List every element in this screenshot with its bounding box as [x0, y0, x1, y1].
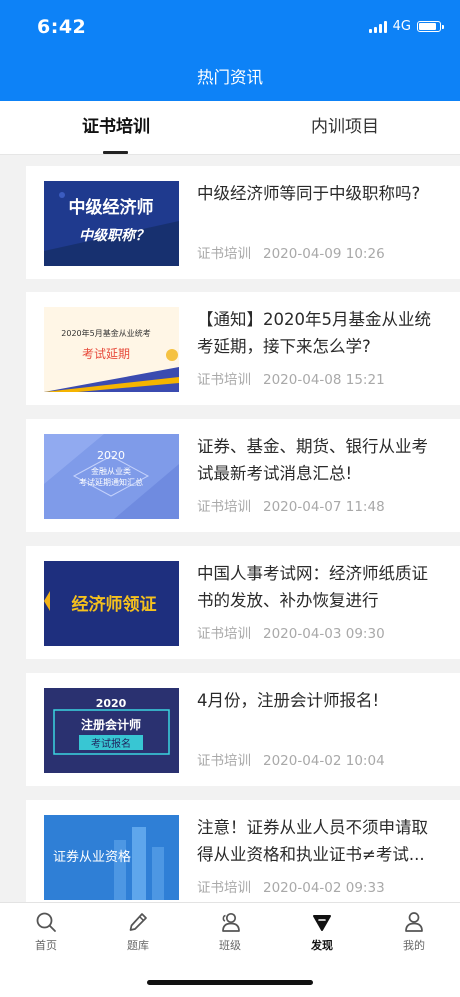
- header-bar: 6:42 4G 热门资讯: [0, 0, 460, 101]
- article-category: 证书培训: [197, 753, 251, 769]
- discover-icon: [313, 915, 331, 931]
- article-thumbnail: 证券从业资格: [44, 815, 179, 900]
- thumb-text: 2020: [96, 697, 127, 710]
- network-label: 4G: [392, 19, 411, 34]
- article-meta: 证书培训 2020-04-07 11:48: [197, 495, 385, 515]
- bottom-nav-label: 题库: [127, 939, 149, 952]
- article-title: 注意！证券从业人员不须申请取 得从业资格和执业证书≠考试...: [197, 818, 428, 864]
- thumb-text: 证券从业资格: [53, 849, 131, 865]
- article-thumbnail: 中级经济师 中级职称？: [44, 181, 179, 266]
- article-meta: 证书培训 2020-04-09 10:26: [197, 242, 385, 262]
- tab-bar: 证书培训 内训项目: [0, 101, 460, 155]
- status-time: 6:42: [37, 16, 87, 38]
- article-date: 2020-04-02 09:33: [263, 880, 385, 896]
- article-category: 证书培训: [197, 880, 251, 896]
- article-title: 中国人事考试网：经济师纸质证 书的发放、补办恢复进行: [197, 564, 428, 610]
- bottom-nav-label: 首页: [35, 939, 57, 952]
- status-indicators: 4G: [368, 19, 444, 34]
- bottom-nav-discover[interactable]: 发现: [276, 911, 368, 953]
- article-date: 2020-04-03 09:30: [263, 626, 385, 642]
- bottom-nav-home[interactable]: 首页: [0, 911, 92, 953]
- article-card[interactable]: 2020 金融从业类 考试延期通知汇总 证券、基金、期货、银行从业考 试最新考试…: [26, 419, 460, 532]
- article-title: 4月份，注册会计师报名!: [197, 691, 380, 710]
- article-card[interactable]: 2020 注册会计师 考试报名 4月份，注册会计师报名! 证书培训 2020-04…: [26, 673, 460, 786]
- article-thumbnail: 2020年5月基金从业统考 考试延期: [44, 307, 179, 392]
- search-icon: [36, 912, 56, 932]
- thumb-text: 经济师领证: [72, 594, 157, 615]
- bottom-nav-label: 发现: [311, 939, 333, 952]
- tab-certificate-training[interactable]: 证书培训: [36, 101, 196, 154]
- article-category: 证书培训: [197, 372, 251, 388]
- article-category: 证书培训: [197, 626, 251, 642]
- article-title: 中级经济师等同于中级职称吗?: [197, 184, 421, 203]
- thumb-text: 中级经济师: [69, 197, 154, 218]
- article-title: 【通知】2020年5月基金从业统 考延期，接下来怎么学?: [197, 310, 431, 356]
- article-meta: 证书培训 2020-04-03 09:30: [197, 622, 385, 642]
- thumb-text: 2020年5月基金从业统考: [61, 328, 150, 338]
- article-card[interactable]: 中级经济师 中级职称？ 中级经济师等同于中级职称吗? 证书培训 2020-04-0…: [26, 166, 460, 279]
- thumb-text: 2020: [97, 449, 125, 462]
- article-card[interactable]: 经济师领证 中国人事考试网：经济师纸质证 书的发放、补办恢复进行 证书培训 202…: [26, 546, 460, 659]
- article-category: 证书培训: [197, 499, 251, 515]
- status-bar: 6:42 4G: [0, 0, 460, 56]
- article-meta: 证书培训 2020-04-02 10:04: [197, 749, 385, 769]
- article-date: 2020-04-09 10:26: [263, 246, 385, 262]
- pencil-icon: [129, 913, 147, 931]
- article-title: 证券、基金、期货、银行从业考 试最新考试消息汇总!: [197, 437, 428, 483]
- article-thumbnail: 2020 金融从业类 考试延期通知汇总: [44, 434, 179, 519]
- bottom-nav-profile[interactable]: 我的: [368, 911, 460, 953]
- profile-icon: [405, 912, 423, 932]
- article-list[interactable]: 中级经济师 中级职称？ 中级经济师等同于中级职称吗? 证书培训 2020-04-0…: [0, 154, 460, 902]
- thumb-text: 考试延期通知汇总: [79, 477, 143, 487]
- article-thumbnail: 经济师领证: [44, 561, 179, 646]
- bottom-nav-label: 我的: [403, 939, 425, 952]
- battery-icon: [417, 21, 444, 32]
- thumb-text: 考试延期: [82, 346, 130, 361]
- thumb-text: 考试报名: [91, 737, 131, 750]
- article-card[interactable]: 证券从业资格 注意！证券从业人员不须申请取 得从业资格和执业证书≠考试... 证…: [26, 800, 460, 902]
- bottom-nav-label: 班级: [219, 939, 241, 952]
- bottom-nav-question-bank[interactable]: 题库: [92, 911, 184, 953]
- page-title: 热门资讯: [197, 68, 263, 87]
- bottom-nav-class[interactable]: 班级: [184, 911, 276, 953]
- article-date: 2020-04-08 15:21: [263, 372, 385, 388]
- article-date: 2020-04-02 10:04: [263, 753, 385, 769]
- article-meta: 证书培训 2020-04-02 09:33: [197, 876, 385, 896]
- signal-icon: [368, 20, 387, 33]
- article-date: 2020-04-07 11:48: [263, 499, 385, 515]
- group-icon: [222, 912, 240, 932]
- article-thumbnail: 2020 注册会计师 考试报名: [44, 688, 179, 773]
- thumb-text: 注册会计师: [81, 717, 141, 732]
- home-indicator: [147, 980, 313, 985]
- tab-internal-training[interactable]: 内训项目: [265, 101, 425, 154]
- article-card[interactable]: 2020年5月基金从业统考 考试延期 【通知】2020年5月基金从业统 考延期，…: [26, 292, 460, 405]
- article-category: 证书培训: [197, 246, 251, 262]
- article-meta: 证书培训 2020-04-08 15:21: [197, 368, 385, 388]
- thumb-text: 中级职称？: [79, 227, 149, 244]
- thumb-text: 金融从业类: [91, 466, 131, 476]
